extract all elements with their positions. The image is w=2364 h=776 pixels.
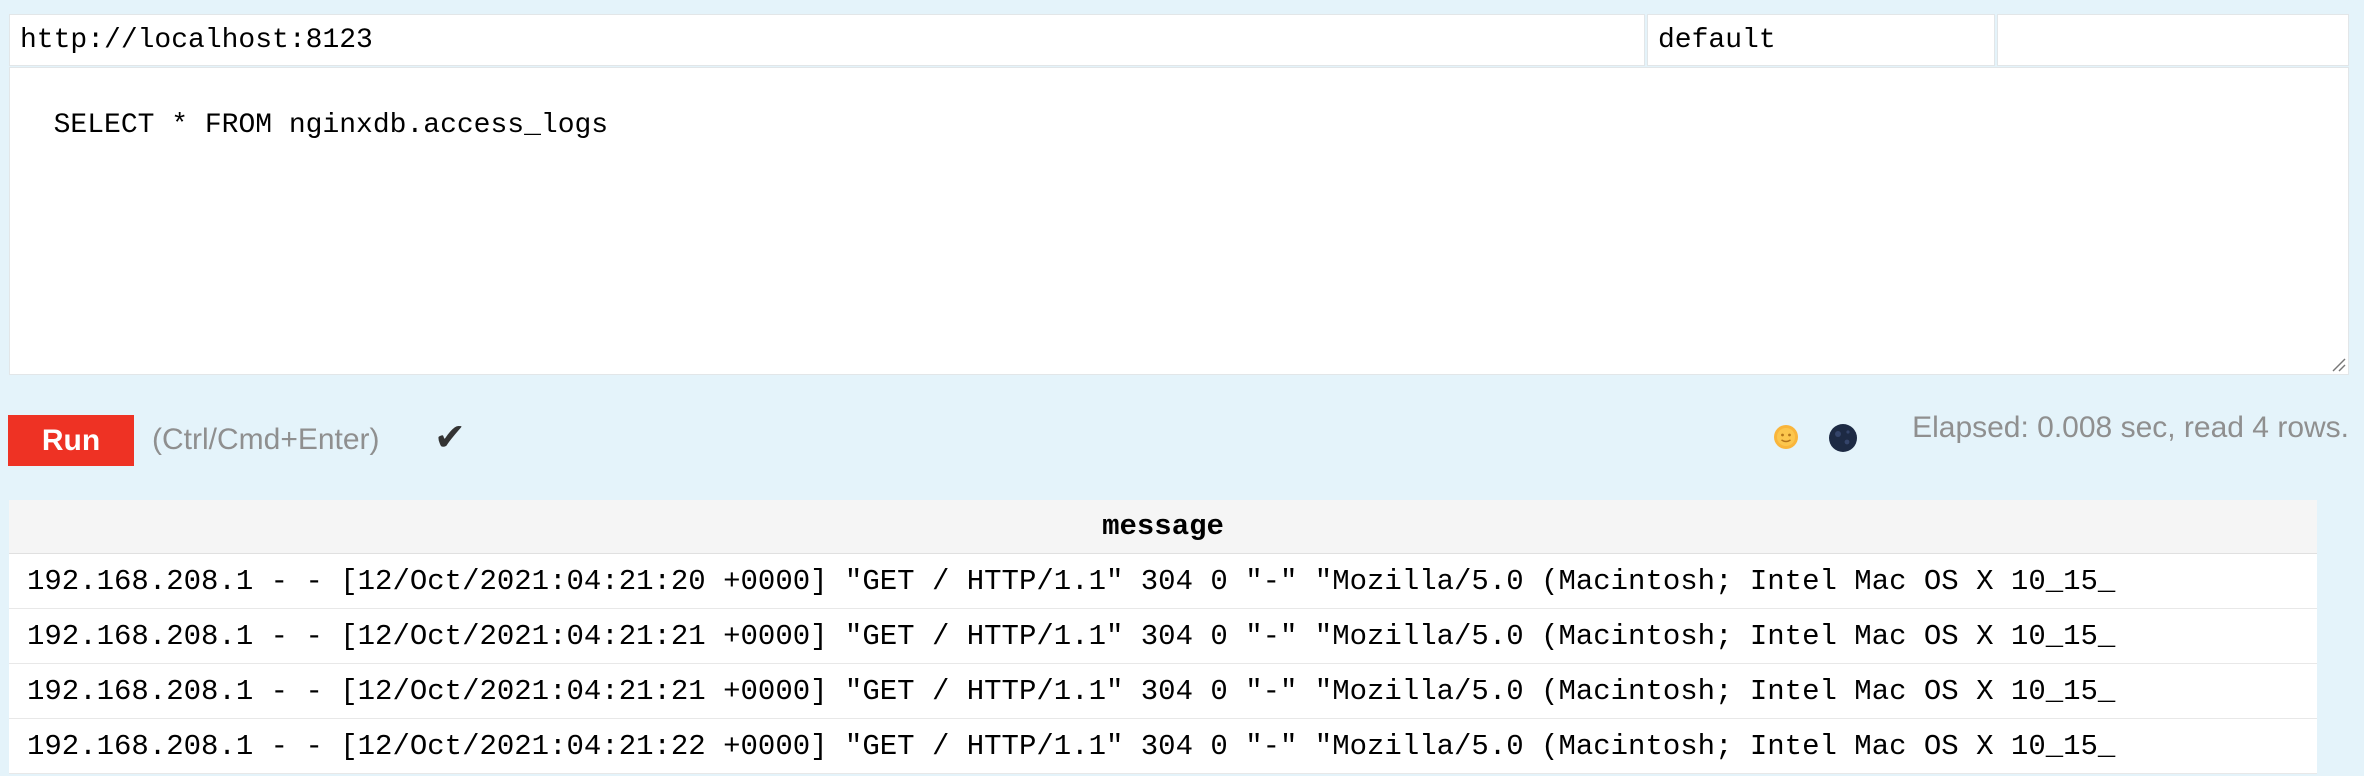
table-row: 192.168.208.1 - - [12/Oct/2021:04:21:21 … (9, 608, 2317, 664)
table-cell: 192.168.208.1 - - [12/Oct/2021:04:21:20 … (9, 553, 2317, 609)
user-input[interactable]: default (1647, 14, 1995, 66)
resize-handle-icon[interactable] (2330, 356, 2346, 372)
query-stats: Elapsed: 0.008 sec, read 4 rows. (1912, 411, 2349, 444)
table-row: 192.168.208.1 - - [12/Oct/2021:04:21:20 … (9, 553, 2317, 609)
sun-icon[interactable] (1772, 423, 1800, 451)
query-text: SELECT * FROM nginxdb.access_logs (53, 110, 609, 141)
table-row: 192.168.208.1 - - [12/Oct/2021:04:21:21 … (9, 663, 2317, 719)
success-check-icon: ✔ (434, 417, 466, 459)
query-editor[interactable]: SELECT * FROM nginxdb.access_logs (9, 67, 2349, 375)
password-input[interactable] (1997, 14, 2349, 66)
moon-icon[interactable] (1828, 423, 1858, 453)
column-header-message[interactable]: message (9, 500, 2317, 554)
header-row: message (9, 500, 2317, 554)
table-cell: 192.168.208.1 - - [12/Oct/2021:04:21:21 … (9, 608, 2317, 664)
table-cell: 192.168.208.1 - - [12/Oct/2021:04:21:21 … (9, 663, 2317, 719)
table-row: 192.168.208.1 - - [12/Oct/2021:04:21:22 … (9, 718, 2317, 774)
run-button[interactable]: Run (8, 415, 134, 466)
table-cell: 192.168.208.1 - - [12/Oct/2021:04:21:22 … (9, 718, 2317, 774)
url-input[interactable]: http://localhost:8123 (9, 14, 1645, 66)
results-table: message 192.168.208.1 - - [12/Oct/2021:0… (9, 500, 2317, 774)
shortcut-hint: (Ctrl/Cmd+Enter) (152, 423, 380, 456)
